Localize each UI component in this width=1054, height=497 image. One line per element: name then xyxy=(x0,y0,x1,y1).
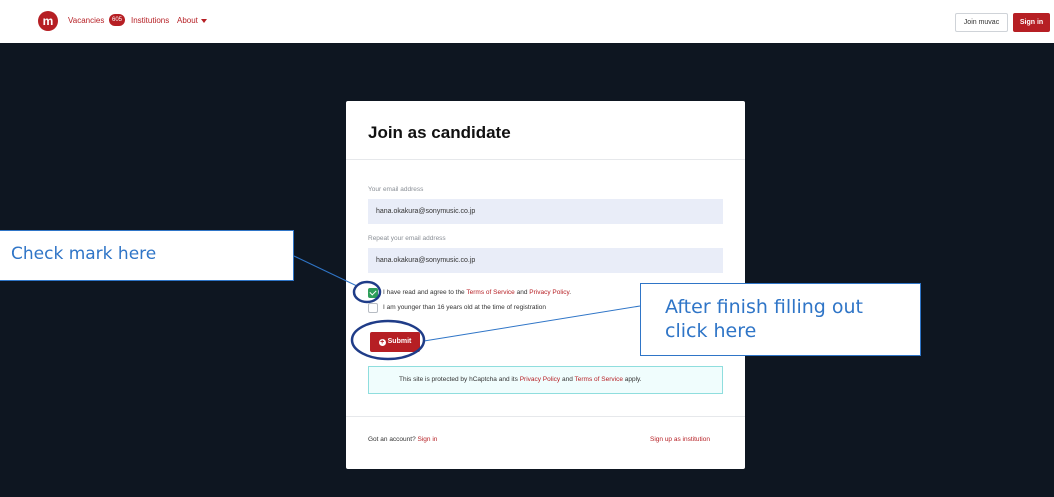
chevron-down-icon xyxy=(200,18,207,23)
divider xyxy=(346,416,745,417)
vacancies-count-badge: 605 xyxy=(109,14,126,26)
terms-suffix-text: . xyxy=(569,289,572,296)
submit-button[interactable]: + Submit xyxy=(370,332,420,352)
nav-institutions-link[interactable]: Institutions xyxy=(131,16,169,25)
nav-about-label: About xyxy=(177,16,198,25)
repeat-email-label: Repeat your email address xyxy=(368,235,446,242)
account-prompt: Got an account? Sign in xyxy=(368,436,437,443)
hcaptcha-notice: This site is protected by hCaptcha and i… xyxy=(368,366,723,394)
captcha-terms-link[interactable]: Terms of Service xyxy=(575,376,623,383)
muvac-logo[interactable]: m xyxy=(38,11,58,31)
terms-prefix-text: I have read and agree to the xyxy=(383,289,465,296)
captcha-suffix-text: apply. xyxy=(624,376,642,383)
privacy-policy-link[interactable]: Privacy Policy xyxy=(529,289,569,296)
nav-about-dropdown[interactable]: About xyxy=(177,16,207,25)
nav-vacancies-link[interactable]: Vacancies xyxy=(68,16,104,25)
email-field[interactable]: hana.okakura@sonymusic.co.jp xyxy=(368,199,723,224)
age-checkbox[interactable] xyxy=(368,303,378,313)
sign-in-button[interactable]: Sign in xyxy=(1013,13,1050,32)
terms-and-text: and xyxy=(516,289,528,296)
submit-callout-line2: click here xyxy=(665,320,757,342)
terms-of-service-link[interactable]: Terms of Service xyxy=(466,289,514,296)
terms-checkbox-label: I have read and agree to the Terms of Se… xyxy=(383,289,571,296)
terms-checkbox[interactable] xyxy=(368,288,378,298)
sign-up-institution-link[interactable]: Sign up as institution xyxy=(650,436,710,443)
divider xyxy=(346,159,745,160)
top-navbar: m Vacancies 605 Institutions About Join … xyxy=(0,0,1054,43)
submit-callout-line1: After finish filling out xyxy=(665,296,863,318)
check-mark-callout: Check mark here xyxy=(0,230,294,281)
captcha-prefix-text: This site is protected by hCaptcha and i… xyxy=(399,376,518,383)
repeat-email-field[interactable]: hana.okakura@sonymusic.co.jp xyxy=(368,248,723,273)
age-checkbox-label: I am younger than 16 years old at the ti… xyxy=(383,304,546,311)
captcha-privacy-link[interactable]: Privacy Policy xyxy=(520,376,560,383)
submit-callout: After finish filling out click here xyxy=(640,283,921,356)
captcha-and-text: and xyxy=(561,376,573,383)
plus-circle-icon: + xyxy=(378,339,386,346)
card-title: Join as candidate xyxy=(368,123,511,142)
account-text: Got an account? xyxy=(368,436,416,443)
submit-label: Submit xyxy=(387,338,412,345)
email-label: Your email address xyxy=(368,186,424,193)
join-muvac-button[interactable]: Join muvac xyxy=(955,13,1008,32)
footer-sign-in-link[interactable]: Sign in xyxy=(418,436,438,443)
